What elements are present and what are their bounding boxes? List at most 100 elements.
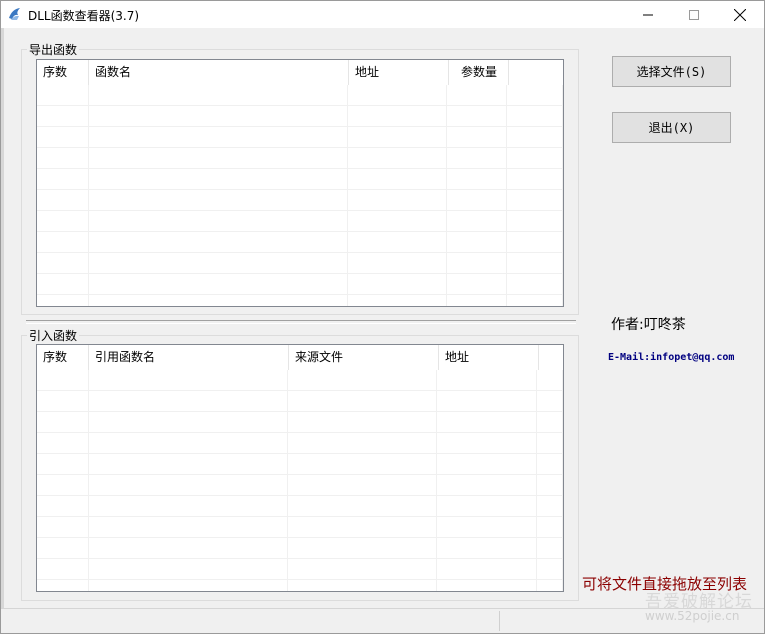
column-header-source-file[interactable]: 来源文件 bbox=[289, 345, 439, 370]
table-cell bbox=[447, 232, 508, 253]
export-function-list[interactable]: 序数 函数名 地址 参数量 bbox=[36, 59, 564, 307]
table-cell bbox=[288, 559, 438, 580]
table-cell bbox=[37, 538, 89, 559]
table-cell bbox=[447, 253, 508, 274]
table-row bbox=[37, 295, 563, 306]
table-cell bbox=[288, 433, 438, 454]
table-row bbox=[37, 232, 563, 253]
table-cell bbox=[348, 232, 448, 253]
exit-button[interactable]: 退出(X) bbox=[612, 112, 731, 143]
table-cell bbox=[537, 559, 563, 580]
table-cell bbox=[288, 475, 438, 496]
table-cell bbox=[447, 127, 508, 148]
table-row bbox=[37, 496, 563, 517]
table-cell bbox=[89, 127, 348, 148]
table-cell bbox=[89, 580, 289, 591]
table-cell bbox=[348, 127, 448, 148]
table-cell bbox=[507, 295, 563, 306]
table-cell bbox=[507, 127, 563, 148]
table-cell bbox=[447, 148, 508, 169]
column-header-empty bbox=[539, 345, 563, 370]
table-cell bbox=[437, 580, 538, 591]
table-cell bbox=[437, 412, 538, 433]
table-cell bbox=[89, 370, 289, 391]
table-cell bbox=[348, 169, 448, 190]
status-separator bbox=[499, 611, 500, 631]
column-header-address[interactable]: 地址 bbox=[439, 345, 539, 370]
table-cell bbox=[447, 295, 508, 306]
column-header-ordinal[interactable]: 序数 bbox=[37, 60, 89, 85]
table-row bbox=[37, 253, 563, 274]
column-header-imported-function-name[interactable]: 引用函数名 bbox=[89, 345, 289, 370]
table-cell bbox=[437, 433, 538, 454]
export-group-label: 导出函数 bbox=[27, 41, 80, 58]
table-cell bbox=[89, 391, 289, 412]
table-cell bbox=[89, 295, 348, 306]
table-row bbox=[37, 412, 563, 433]
table-row bbox=[37, 85, 563, 106]
import-list-header: 序数 引用函数名 来源文件 地址 bbox=[37, 345, 563, 370]
table-cell bbox=[437, 391, 538, 412]
import-function-list[interactable]: 序数 引用函数名 来源文件 地址 bbox=[36, 344, 564, 592]
table-cell bbox=[447, 211, 508, 232]
table-cell bbox=[447, 169, 508, 190]
column-header-ordinal[interactable]: 序数 bbox=[37, 345, 89, 370]
table-row bbox=[37, 559, 563, 580]
table-cell bbox=[537, 517, 563, 538]
table-cell bbox=[288, 391, 438, 412]
minimize-icon bbox=[643, 14, 653, 15]
table-cell bbox=[37, 295, 89, 306]
table-cell bbox=[37, 190, 89, 211]
column-header-param-count[interactable]: 参数量 bbox=[449, 60, 509, 85]
close-button[interactable] bbox=[717, 1, 763, 28]
table-cell bbox=[37, 496, 89, 517]
table-row bbox=[37, 106, 563, 127]
window-title: DLL函数查看器(3.7) bbox=[28, 9, 140, 23]
table-cell bbox=[537, 391, 563, 412]
table-cell bbox=[348, 295, 448, 306]
table-cell bbox=[348, 106, 448, 127]
maximize-icon bbox=[689, 9, 699, 20]
maximize-button[interactable] bbox=[671, 1, 717, 28]
table-cell bbox=[37, 106, 89, 127]
table-cell bbox=[537, 412, 563, 433]
table-cell bbox=[89, 211, 348, 232]
column-header-address[interactable]: 地址 bbox=[349, 60, 449, 85]
table-row bbox=[37, 454, 563, 475]
table-cell bbox=[37, 454, 89, 475]
table-cell bbox=[37, 127, 89, 148]
table-cell bbox=[37, 232, 89, 253]
table-cell bbox=[288, 580, 438, 591]
table-cell bbox=[288, 370, 438, 391]
table-row bbox=[37, 127, 563, 148]
table-cell bbox=[507, 190, 563, 211]
table-cell bbox=[89, 538, 289, 559]
table-cell bbox=[537, 370, 563, 391]
table-row bbox=[37, 475, 563, 496]
table-cell bbox=[89, 517, 289, 538]
table-cell bbox=[507, 253, 563, 274]
table-cell bbox=[37, 475, 89, 496]
table-cell bbox=[37, 169, 89, 190]
table-cell bbox=[507, 85, 563, 106]
table-cell bbox=[437, 538, 538, 559]
title-bar[interactable]: DLL函数查看器(3.7) bbox=[1, 1, 764, 28]
table-cell bbox=[437, 517, 538, 538]
table-cell bbox=[37, 517, 89, 538]
table-cell bbox=[89, 433, 289, 454]
table-row bbox=[37, 169, 563, 190]
table-cell bbox=[348, 274, 448, 295]
column-header-function-name[interactable]: 函数名 bbox=[89, 60, 349, 85]
column-header-empty bbox=[509, 60, 563, 85]
table-row bbox=[37, 580, 563, 591]
table-cell bbox=[447, 190, 508, 211]
minimize-button[interactable] bbox=[625, 1, 671, 28]
select-file-button[interactable]: 选择文件(S) bbox=[612, 56, 731, 87]
table-cell bbox=[37, 85, 89, 106]
table-cell bbox=[37, 412, 89, 433]
table-cell bbox=[288, 412, 438, 433]
table-cell bbox=[537, 454, 563, 475]
pane-divider[interactable] bbox=[26, 320, 576, 324]
table-cell bbox=[89, 190, 348, 211]
table-cell bbox=[288, 517, 438, 538]
